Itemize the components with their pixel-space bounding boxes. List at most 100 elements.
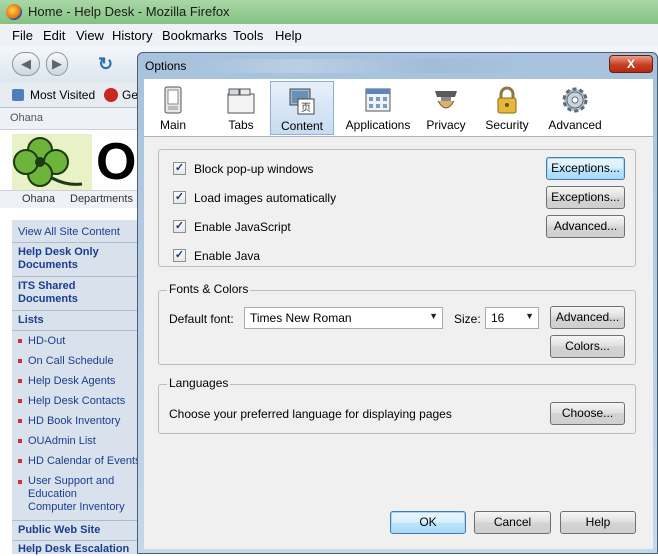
chevron-down-icon: ▼ [429,311,438,321]
list-item[interactable]: User Support and Education Computer Inve… [18,475,142,514]
reload-icon[interactable]: ↻ [98,54,113,75]
main-icon [164,86,182,114]
popup-exceptions-button[interactable]: Exceptions... [546,157,625,180]
ok-button[interactable]: OK [390,511,466,534]
fonts-colors-group: Fonts & Colors Default font: Times New R… [158,282,636,365]
nav-help-desk-escalation[interactable]: Help Desk Escalation [18,543,129,556]
enable-java-label: Enable Java [194,249,261,263]
cancel-button[interactable]: Cancel [474,511,551,534]
checkbox-box[interactable]: ✓ [173,220,186,233]
nav-divider [12,540,140,541]
bookmark-folder-icon [12,89,24,101]
view-all-site-content-link[interactable]: View All Site Content [18,226,120,238]
nav-divider [12,310,140,311]
list-item[interactable]: HD Book Inventory [18,415,142,428]
default-font-label: Default font: [169,312,234,326]
tabs-icon [227,88,255,114]
checkbox-box[interactable]: ✓ [173,249,186,262]
bullet-icon [18,379,22,384]
list-item[interactable]: Help Desk Agents [18,375,142,388]
logo-text: O [96,133,137,191]
window-titlebar: Home - Help Desk - Mozilla Firefox [0,0,658,24]
bullet-icon [18,339,22,344]
default-font-value: Times New Roman [250,311,352,325]
site-tabs: Ohana Departments [0,190,140,208]
left-navigation: View All Site Content Help Desk Only Doc… [12,220,142,556]
menu-bookmarks[interactable]: Bookmarks [162,28,227,43]
choose-languages-button[interactable]: Choose... [550,402,625,425]
bullet-icon [18,459,22,464]
tab-advanced[interactable]: Advanced [542,81,608,135]
bullet-icon [18,359,22,364]
images-exceptions-button[interactable]: Exceptions... [546,186,625,209]
menu-tools[interactable]: Tools [233,28,263,43]
tab-privacy[interactable]: Privacy [420,81,472,135]
site-header-bar: Ohana [0,108,140,130]
content-icon: 页 [289,88,315,115]
content-icon-glyph: 页 [301,102,311,114]
fonts-colors-caption: Fonts & Colors [167,282,251,296]
javascript-advanced-button[interactable]: Advanced... [546,215,625,238]
tab-content[interactable]: 页 Content [270,81,334,135]
window-title: Home - Help Desk - Mozilla Firefox [28,4,230,19]
menubar: File Edit View History Bookmarks Tools H… [0,24,658,46]
bullet-icon [18,419,22,424]
list-item[interactable]: Help Desk Contacts [18,395,142,408]
tab-content-label: Content [280,119,324,133]
titlebar-glass [198,59,528,73]
gear-icon [562,87,588,113]
load-images-label: Load images automatically [194,191,337,205]
site-tab-ohana[interactable]: Ohana [22,193,55,205]
nav-lists[interactable]: Lists [18,314,44,327]
menu-help[interactable]: Help [275,28,302,43]
menu-file[interactable]: File [12,28,33,43]
enable-javascript-label: Enable JavaScript [194,220,291,234]
languages-caption: Languages [167,376,231,390]
font-size-select[interactable]: 16 ▼ [485,307,539,329]
nav-help-desk-only-documents[interactable]: Help Desk Only Documents [18,246,128,272]
size-label: Size: [454,312,481,326]
applications-icon [365,88,391,112]
tab-tabs[interactable]: Tabs [216,81,266,135]
flower-logo-icon [12,134,92,190]
menu-edit[interactable]: Edit [43,28,65,43]
nav-divider [12,242,140,243]
tab-applications[interactable]: Applications [338,81,418,135]
tab-advanced-label: Advanced [548,118,602,132]
list-item[interactable]: HD-Out [18,335,142,348]
options-dialog: Options X Main Tabs 页 Content Applicatio… [137,52,658,554]
close-button[interactable]: X [609,55,653,73]
bookmark-most-visited[interactable]: Most Visited [30,88,95,102]
tab-applications-label: Applications [345,118,411,132]
site-tab-departments[interactable]: Departments [70,193,133,205]
bookmark-ge[interactable]: Ge [122,88,138,102]
site-name[interactable]: Ohana [10,112,43,124]
nav-divider [12,520,140,521]
list-item[interactable]: HD Calendar of Events [18,455,142,468]
nav-public-web-site[interactable]: Public Web Site [18,524,100,537]
tab-security-label: Security [485,118,529,132]
checkbox-box[interactable]: ✓ [173,191,186,204]
privacy-icon [435,91,457,109]
tab-tabs-label: Tabs [228,118,254,132]
nav-its-shared-documents[interactable]: ITS Shared Documents [18,280,128,306]
help-button[interactable]: Help [560,511,636,534]
menu-history[interactable]: History [112,28,152,43]
fonts-advanced-button[interactable]: Advanced... [550,306,625,329]
forward-icon[interactable]: ▶ [46,52,68,76]
colors-button[interactable]: Colors... [550,335,625,358]
back-icon[interactable]: ◀ [12,52,40,76]
block-popups-label: Block pop-up windows [194,162,314,176]
menu-view[interactable]: View [76,28,104,43]
tab-privacy-label: Privacy [426,118,466,132]
tab-security[interactable]: Security [480,81,534,135]
lock-icon [497,86,517,114]
tab-main[interactable]: Main [148,81,198,135]
default-font-select[interactable]: Times New Roman ▼ [244,307,443,329]
checkbox-box[interactable]: ✓ [173,162,186,175]
font-size-value: 16 [491,311,505,325]
preferences-pane-toolbar: Main Tabs 页 Content Applications Privacy… [144,79,653,137]
list-item[interactable]: OUAdmin List [18,435,142,448]
list-item[interactable]: On Call Schedule [18,355,142,368]
nav-divider [12,276,140,277]
